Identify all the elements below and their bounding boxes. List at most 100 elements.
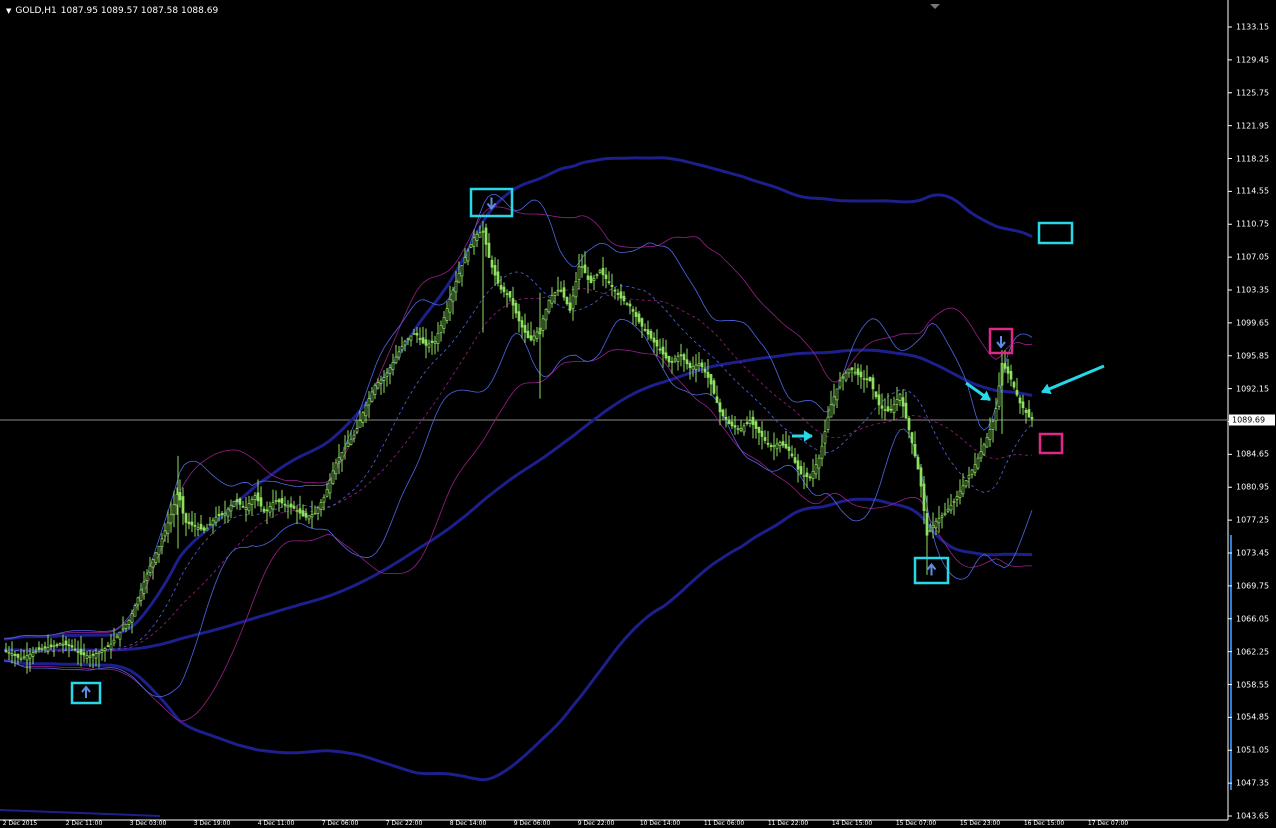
- candle-body: [85, 655, 89, 659]
- candle-body: [34, 650, 38, 653]
- candle-body: [79, 648, 83, 655]
- candle-body: [487, 242, 491, 258]
- candle-body: [931, 524, 935, 529]
- candle-body: [694, 364, 698, 370]
- shift-marker-icon[interactable]: [930, 4, 940, 9]
- candle-body: [397, 351, 401, 358]
- candle-body: [319, 502, 323, 510]
- candle-body: [508, 291, 512, 298]
- candle-body: [274, 500, 278, 502]
- candle-body: [880, 405, 884, 409]
- candle-body: [436, 332, 440, 344]
- candle-body: [727, 419, 731, 425]
- candle-body: [577, 266, 581, 280]
- candle-body: [28, 653, 32, 659]
- price-tick-label: 1043.65: [1236, 811, 1270, 821]
- candle-body: [1003, 363, 1007, 369]
- candle-body: [142, 581, 146, 594]
- candle-body: [49, 644, 53, 648]
- candle-body: [283, 503, 287, 506]
- candle-body: [949, 504, 953, 511]
- candle-body: [235, 499, 239, 503]
- candle-body: [862, 377, 866, 380]
- candle-body: [394, 356, 398, 364]
- candle-body: [550, 295, 554, 304]
- candle-body: [874, 391, 878, 398]
- candle-body: [964, 480, 968, 487]
- candle-body: [868, 376, 872, 382]
- candle-body: [358, 420, 362, 428]
- price-tick-label: 1073.45: [1236, 548, 1270, 558]
- candle-body: [355, 428, 359, 433]
- candle-body: [268, 506, 272, 513]
- candle-body: [610, 284, 614, 287]
- candle-body: [547, 299, 551, 313]
- candle-body: [151, 559, 155, 568]
- candle-body: [613, 289, 617, 292]
- candle-body: [598, 270, 602, 273]
- candle-body: [976, 457, 980, 469]
- candle-body: [805, 472, 809, 477]
- candle-body: [646, 329, 650, 335]
- candle-body: [190, 521, 194, 526]
- candle-body: [184, 513, 188, 523]
- annotation-box: [1037, 221, 1074, 245]
- price-tick-label: 1121.95: [1236, 121, 1270, 131]
- candle-body: [700, 362, 704, 368]
- candle-body: [286, 505, 290, 508]
- candle-body: [850, 367, 854, 370]
- time-axis[interactable]: 2 Dec 2015 2 Dec 11:00 3 Dec 03:00 3 Dec 19…: [0, 820, 1228, 828]
- candle-body: [991, 421, 995, 430]
- candle-body: [385, 372, 389, 377]
- price-tick-label: 1047.35: [1236, 778, 1270, 788]
- candle-body: [751, 416, 755, 425]
- triangle-down-icon[interactable]: ▼: [6, 7, 11, 15]
- price-tick-label: 1129.45: [1236, 55, 1270, 65]
- price-tick-label: 1080.95: [1236, 482, 1270, 492]
- time-tick-label: 2 Dec 2015: [2, 820, 38, 827]
- time-tick-label: 14 Dec 15:00: [831, 820, 873, 827]
- arrow-head: [1041, 383, 1052, 395]
- candle-body: [187, 521, 191, 525]
- candle-body: [928, 529, 932, 533]
- price-tick-label: 1051.05: [1236, 745, 1270, 755]
- candle-body: [31, 652, 35, 657]
- candle-body: [304, 512, 308, 518]
- annotation-box: [1038, 432, 1064, 455]
- candle-body: [46, 647, 50, 652]
- time-tick-label: 8 Dec 14:00: [449, 820, 487, 827]
- time-tick-label: 17 Dec 07:00: [1087, 820, 1129, 827]
- arrow-up-icon: [926, 562, 937, 576]
- time-tick-label: 15 Dec 23:00: [959, 820, 1001, 827]
- candle-body: [571, 295, 575, 309]
- candle-body: [19, 657, 23, 660]
- candle-body: [712, 380, 716, 394]
- candle-body: [181, 496, 185, 514]
- candle-body: [988, 429, 992, 440]
- candle-body: [754, 421, 758, 429]
- candle-body: [166, 522, 170, 534]
- candle-body: [250, 499, 254, 505]
- candle-body: [1015, 389, 1019, 396]
- chart-window[interactable]: ▼ GOLD,H1 1087.95 1089.57 1087.58 1088.6…: [0, 0, 1276, 828]
- candle-body: [652, 337, 656, 343]
- annotation-arrow-icon: [792, 430, 813, 442]
- price-tick-label: 1092.15: [1236, 384, 1270, 394]
- candle-body: [100, 650, 104, 653]
- candle-body: [703, 368, 707, 373]
- candle-body: [502, 286, 506, 293]
- candle-body: [640, 318, 644, 327]
- candle-body: [370, 391, 374, 402]
- candle-body: [388, 367, 392, 374]
- candle-body: [517, 311, 521, 322]
- candle-body: [55, 644, 59, 647]
- candle-body: [718, 402, 722, 413]
- candle-body: [322, 496, 326, 503]
- candle-body: [424, 339, 428, 346]
- candle-body: [940, 515, 944, 518]
- candle-body: [943, 512, 947, 516]
- price-chart[interactable]: [0, 0, 1276, 828]
- candle-body: [970, 469, 974, 475]
- candle-body: [448, 299, 452, 313]
- candle-body: [883, 409, 887, 411]
